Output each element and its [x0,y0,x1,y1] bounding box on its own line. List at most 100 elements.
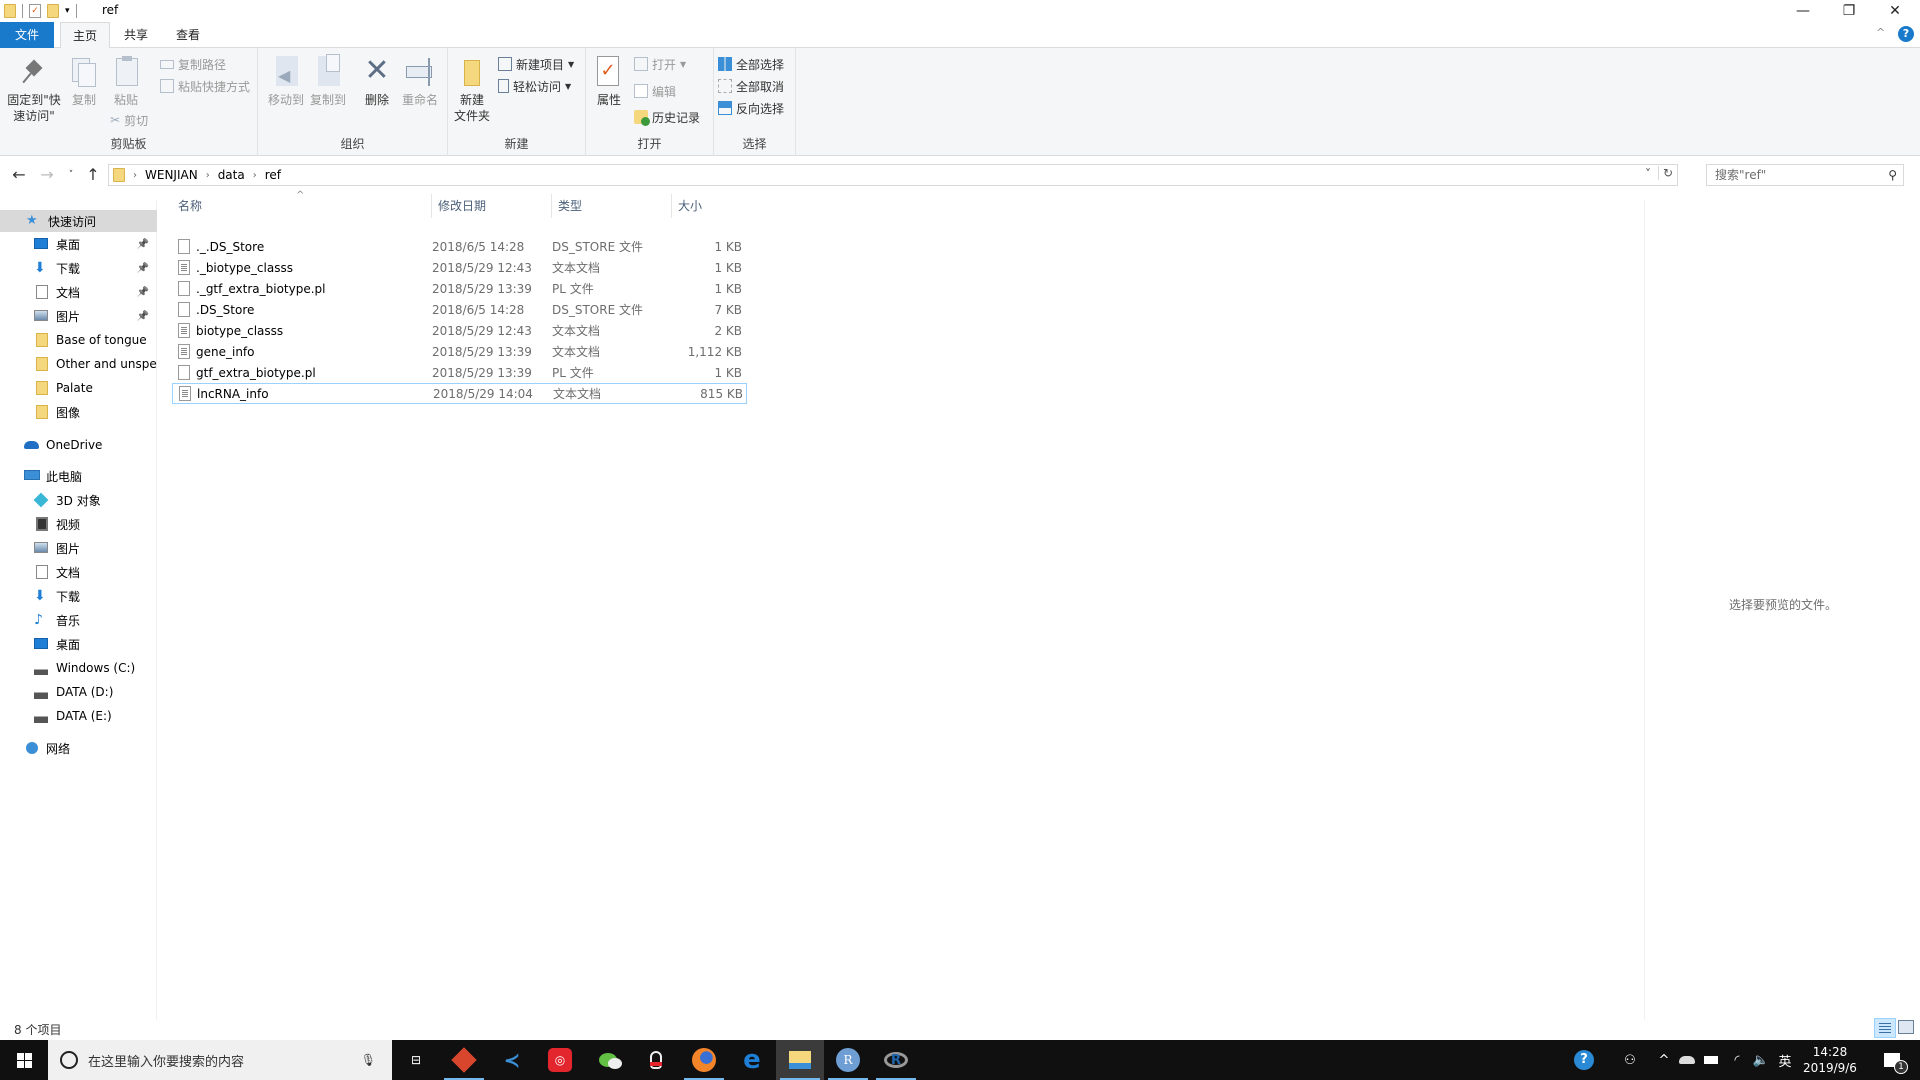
help-icon[interactable]: ? [1898,26,1914,42]
tab-home[interactable]: 主页 [60,22,111,49]
easy-access-button[interactable]: 轻松访问 ▼ [498,76,571,96]
file-row[interactable]: ._biotype_classs 2018/5/29 12:43 文本文档 1 … [172,257,747,278]
tab-view[interactable]: 查看 [164,22,212,48]
paste-button[interactable]: 粘贴 [108,54,144,108]
nav-this-pc[interactable]: 此电脑 [0,465,157,487]
pin-icon[interactable]: 📌 [137,287,149,298]
nav-network[interactable]: 网络 [0,737,157,759]
history-button[interactable]: 历史记录 [634,107,700,127]
close-button[interactable]: ✕ [1872,0,1918,22]
action-center-button[interactable]: 1 [1872,1040,1912,1080]
copy-button[interactable]: 复制 [68,54,100,108]
show-hidden-icons[interactable]: ^ [1654,1040,1674,1080]
file-row[interactable]: ._gtf_extra_biotype.pl 2018/5/29 13:39 P… [172,278,747,299]
clock[interactable]: 14:28 2019/9/6 [1798,1040,1862,1080]
nav-item[interactable]: 文档 📌 [0,281,157,303]
nav-item[interactable]: Base of tongue [0,329,157,351]
column-header-date[interactable]: 修改日期 [432,194,552,218]
nav-item[interactable]: 视频 [0,513,157,535]
nav-quick-access[interactable]: ★ 快速访问 [0,210,157,232]
nav-item[interactable]: 3D 对象 [0,489,157,511]
nav-item[interactable]: ⬇ 下载 [0,585,157,607]
breadcrumb-separator-icon[interactable]: › [253,170,257,181]
task-view-icon[interactable]: ⊟ [392,1040,440,1080]
properties-qa-icon[interactable]: ✓ [29,4,41,18]
file-row[interactable]: biotype_classs 2018/5/29 12:43 文本文档 2 KB [172,320,747,341]
restore-button[interactable]: ❐ [1826,0,1872,22]
nav-item[interactable]: 图片 [0,537,157,559]
search-input[interactable]: 搜索"ref" ⚲ [1706,164,1904,186]
pin-quick-access-button[interactable]: 固定到"快速访问" [4,54,64,124]
microphone-icon[interactable]: 🎙 [361,1053,376,1067]
file-row[interactable]: gene_info 2018/5/29 13:39 文本文档 1,112 KB [172,341,747,362]
wifi-icon[interactable]: ◜ [1726,1040,1748,1080]
volume-icon[interactable]: 🔈 [1750,1040,1772,1080]
collapse-ribbon-icon[interactable]: ^ [1876,26,1885,39]
people-icon[interactable]: ⚇ [1618,1040,1642,1080]
breadcrumb-separator-icon[interactable]: › [133,170,137,181]
back-button[interactable]: ← [8,165,30,185]
file-row[interactable]: gtf_extra_biotype.pl 2018/5/29 13:39 PL … [172,362,747,383]
open-button[interactable]: 打开 ▼ [634,54,686,74]
tab-file[interactable]: 文件 [0,22,54,48]
new-folder-qa-icon[interactable] [47,4,59,18]
invert-selection-button[interactable]: 反向选择 [718,98,784,118]
breadcrumb-item[interactable]: WENJIAN [145,168,198,182]
game-app-icon[interactable] [440,1040,488,1080]
forward-button[interactable]: → [36,165,58,185]
onedrive-tray-icon[interactable] [1676,1040,1698,1080]
firefox-icon[interactable] [680,1040,728,1080]
nav-item[interactable]: ♪ 音乐 [0,609,157,631]
file-explorer-icon[interactable] [776,1040,824,1080]
refresh-icon[interactable]: ↻ [1657,166,1673,180]
start-button[interactable] [0,1040,48,1080]
address-dropdown-icon[interactable]: ˅ [1645,167,1651,181]
blue-arrow-app-icon[interactable]: ≺ [488,1040,536,1080]
netease-music-icon[interactable]: ◎ [536,1040,584,1080]
cut-button[interactable]: ✂ 剪切 [110,110,148,130]
r-gui-icon[interactable]: R [824,1040,872,1080]
breadcrumb-separator-icon[interactable]: › [206,170,210,181]
edge-icon[interactable]: e [728,1040,776,1080]
pin-icon[interactable]: 📌 [137,239,149,250]
edit-button[interactable]: 编辑 [634,81,676,101]
details-view-button[interactable] [1874,1018,1896,1038]
address-bar[interactable]: › WENJIAN › data › ref ˅ ↻ [108,164,1678,186]
nav-item[interactable]: Palate [0,377,157,399]
customize-qa-dropdown-icon[interactable]: ▾ [65,6,70,16]
select-none-button[interactable]: 全部取消 [718,76,784,96]
paste-shortcut-button[interactable]: 粘贴快捷方式 [160,76,250,96]
column-header-size[interactable]: 大小 [672,194,747,218]
minimize-button[interactable]: — [1780,0,1826,22]
nav-item[interactable]: 图像 [0,401,157,423]
nav-item[interactable]: ⬇ 下载 📌 [0,257,157,279]
up-button[interactable]: ↑ [82,165,104,185]
column-header-type[interactable]: 类型 [552,194,672,218]
wechat-icon[interactable] [584,1040,632,1080]
nav-item[interactable]: DATA (D:) [0,681,157,703]
help-tray-icon[interactable]: ? [1572,1040,1596,1080]
new-item-button[interactable]: 新建项目 ▼ [498,54,574,74]
nav-item[interactable]: Other and unspec [0,353,157,375]
search-icon[interactable]: ⚲ [1888,165,1897,185]
rename-button[interactable]: 重命名 [400,54,440,108]
move-to-button[interactable]: ◀ 移动到 [266,54,306,108]
ime-indicator[interactable]: 英 [1774,1040,1796,1080]
large-icons-view-button[interactable] [1898,1020,1914,1034]
pin-icon[interactable]: 📌 [137,263,149,274]
recent-locations-dropdown[interactable]: ˅ [60,165,82,185]
nav-item[interactable]: DATA (E:) [0,705,157,727]
breadcrumb-item[interactable]: ref [265,168,281,182]
file-row[interactable]: .DS_Store 2018/6/5 14:28 DS_STORE 文件 7 K… [172,299,747,320]
nav-item[interactable]: Windows (C:) [0,657,157,679]
delete-button[interactable]: ✕ 删除 [360,54,394,108]
tab-share[interactable]: 共享 [112,22,160,48]
pin-icon[interactable]: 📌 [137,311,149,322]
taskbar-search-box[interactable]: 在这里输入你要搜索的内容 🎙 [48,1040,392,1080]
copy-path-button[interactable]: 复制路径 [160,54,226,74]
properties-button[interactable]: ✓ 属性 [592,54,626,108]
select-all-button[interactable]: 全部选择 [718,54,784,74]
nav-item[interactable]: 文档 [0,561,157,583]
nav-onedrive[interactable]: OneDrive [0,434,157,456]
new-folder-button[interactable]: 新建 文件夹 [452,54,492,124]
